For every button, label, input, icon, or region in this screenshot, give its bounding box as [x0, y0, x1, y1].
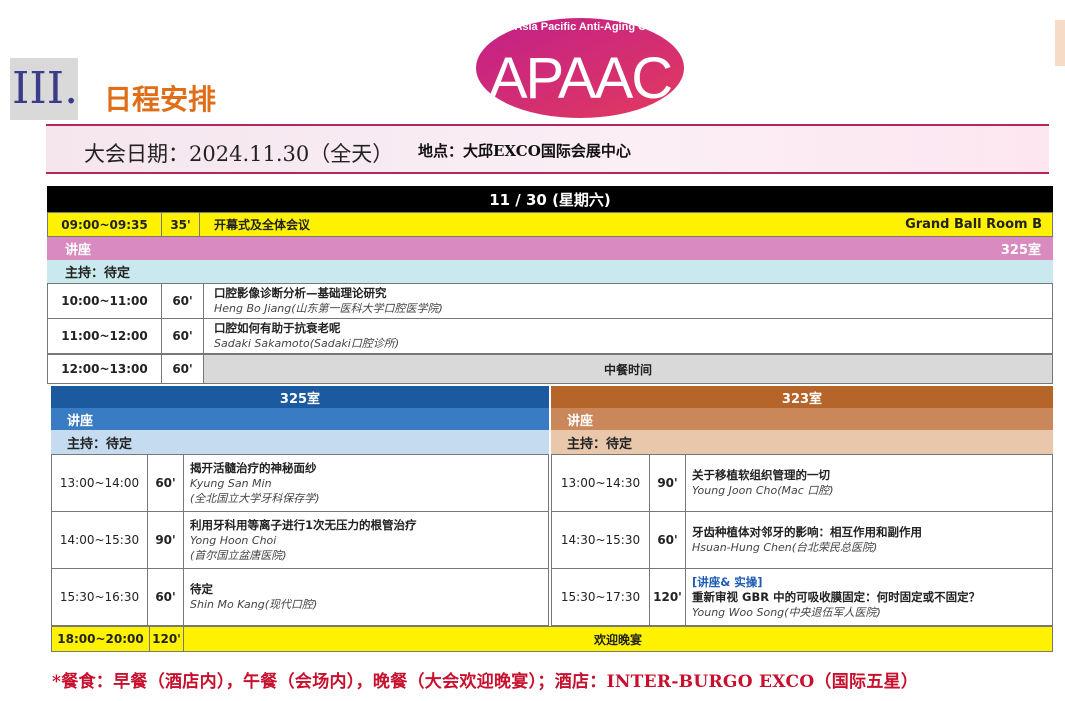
talk-tag: [讲座& 实操] [692, 574, 763, 589]
talk-affiliation: (全北国立大学牙科保存学) [190, 491, 320, 505]
talk-title: 口腔如何有助于抗衰老呢 [214, 321, 341, 335]
footer-note: *餐食：早餐（酒店内），午餐（会场内），晚餐（大会欢迎晚宴）；酒店：INTER-… [52, 672, 919, 692]
talk-duration: 90' [650, 455, 686, 511]
left-talk-row: 13:00~14:00 60' 揭开活髓治疗的神秘面纱 Kyung San Mi… [51, 454, 549, 512]
dinner-time: 18:00~20:00 [52, 627, 150, 651]
conference-date: 大会日期：2024.11.30（全天） [84, 142, 394, 166]
lunch-time: 12:00~13:00 [48, 355, 162, 383]
left-room-label: 325室 [279, 391, 321, 407]
right-talk-row: 13:00~14:30 90' 关于移植软组织管理的一切 Young Joon … [551, 454, 1053, 512]
right-room-label: 323室 [781, 391, 823, 407]
talk-title: 牙齿种植体对邻牙的影响：相互作用和副作用 [692, 525, 922, 539]
day-header-text: 11 / 30 (星期六) [489, 190, 611, 209]
talk-duration: 60' [148, 455, 184, 511]
lunch-row: 12:00~13:00 60' 中餐时间 [47, 354, 1053, 384]
opening-row: 09:00~09:35 35' 开幕式及全体会议 Grand Ball Room… [47, 212, 1053, 237]
morning-talk-row: 11:00~12:00 60' 口腔如何有助于抗衰老呢 Sadaki Sakam… [47, 318, 1053, 354]
talk-duration: 60' [650, 512, 686, 568]
talk-speaker: Hsuan-Hung Chen(台北荣民总医院) [692, 541, 878, 554]
apaac-logo: Asia Pacific Anti-Aging Confer APAAC [474, 8, 686, 118]
lecture-label: 讲座 [65, 243, 92, 258]
talk-title: 待定 [190, 582, 213, 596]
talk-speaker: Young Woo Song(中央退伍军人医院) [692, 605, 881, 619]
talk-duration: 120' [650, 569, 686, 625]
dinner-label: 欢迎晚宴 [593, 632, 642, 647]
talk-speaker: Kyung San Min [190, 476, 272, 490]
opening-title: 开幕式及全体会议 [214, 218, 311, 232]
talk-speaker: Heng Bo Jiang(山东第一医科大学口腔医学院) [214, 302, 443, 315]
left-room-header: 325室 [51, 386, 549, 408]
talk-duration: 90' [148, 512, 184, 568]
dinner-duration: 120' [150, 627, 184, 651]
talk-time: 11:00~12:00 [48, 319, 162, 353]
talk-title: 利用牙科用等离子进行1次无压力的根管治疗 [190, 517, 417, 532]
lecture-bar: 讲座 325室 [47, 237, 1053, 260]
morning-talk-row: 10:00~11:00 60' 口腔影像诊断分析—基础理论研究 Heng Bo … [47, 283, 1053, 319]
left-host-label: 主持：待定 [67, 436, 133, 452]
talk-time: 13:00~14:00 [52, 455, 148, 511]
section-number: III. [10, 58, 78, 120]
talk-time: 14:30~15:30 [552, 512, 650, 568]
left-talk-row: 14:00~15:30 90' 利用牙科用等离子进行1次无压力的根管治疗 Yon… [51, 511, 549, 569]
talk-speaker: Yong Hoon Choi [190, 533, 277, 547]
left-host-bar: 主持：待定 [51, 430, 549, 454]
talk-time: 15:30~17:30 [552, 569, 650, 625]
talk-affiliation: (首尔国立盆唐医院) [190, 548, 287, 562]
right-lecture-bar: 讲座 [551, 408, 1053, 430]
talk-title: 口腔影像诊断分析—基础理论研究 [214, 286, 387, 300]
talk-time: 10:00~11:00 [48, 284, 162, 318]
talk-title: 揭开活髓治疗的神秘面纱 [190, 460, 317, 475]
right-room-header: 323室 [551, 386, 1053, 408]
talk-speaker: Young Joon Cho(Mac 口腔) [692, 484, 834, 497]
left-lecture-label: 讲座 [67, 413, 94, 429]
lunch-label: 中餐时间 [204, 355, 1052, 383]
host-label: 主持：待定 [65, 266, 131, 281]
opening-room: Grand Ball Room B [905, 217, 1042, 232]
talk-time: 14:00~15:30 [52, 512, 148, 568]
talk-title: 关于移植软组织管理的一切 [692, 468, 830, 482]
dinner-row: 18:00~20:00 120' 欢迎晚宴 [51, 626, 1053, 652]
talk-duration: 60' [162, 284, 204, 318]
talk-title: 重新审视 GBR 中的可吸收膜固定：何时固定或不固定？ [692, 589, 981, 604]
left-lecture-bar: 讲座 [51, 408, 549, 430]
talk-time: 13:00~14:30 [552, 455, 650, 511]
opening-time: 09:00~09:35 [48, 213, 162, 236]
talk-duration: 60' [148, 569, 184, 625]
lecture-room: 325室 [1000, 243, 1041, 258]
svg-text:APAAC: APAAC [489, 46, 671, 111]
opening-duration: 35' [162, 213, 200, 236]
day-header: 11 / 30 (星期六) [47, 186, 1053, 212]
corner-decoration [1055, 20, 1065, 66]
right-lecture-label: 讲座 [567, 413, 594, 429]
right-host-label: 主持：待定 [567, 436, 633, 452]
host-bar: 主持：待定 [47, 260, 1053, 283]
left-talk-row: 15:30~16:30 60' 待定 Shin Mo Kang(现代口腔) [51, 568, 549, 626]
talk-speaker: Sadaki Sakamoto(Sadaki口腔诊所) [214, 337, 400, 350]
right-host-bar: 主持：待定 [551, 430, 1053, 454]
section-title: 日程安排 [104, 83, 217, 116]
right-talk-row: 14:30~15:30 60' 牙齿种植体对邻牙的影响：相互作用和副作用 Hsu… [551, 511, 1053, 569]
talk-duration: 60' [162, 319, 204, 353]
lunch-duration: 60' [162, 355, 204, 383]
talk-time: 15:30~16:30 [52, 569, 148, 625]
right-talk-row: 15:30~17:30 120' [讲座& 实操] 重新审视 GBR 中的可吸收… [551, 568, 1053, 626]
svg-text:Asia Pacific Anti-Aging Confer: Asia Pacific Anti-Aging Confer [514, 21, 674, 33]
conference-location: 地点：大邱EXCO国际会展中心 [418, 142, 631, 160]
talk-speaker: Shin Mo Kang(现代口腔) [190, 598, 318, 611]
